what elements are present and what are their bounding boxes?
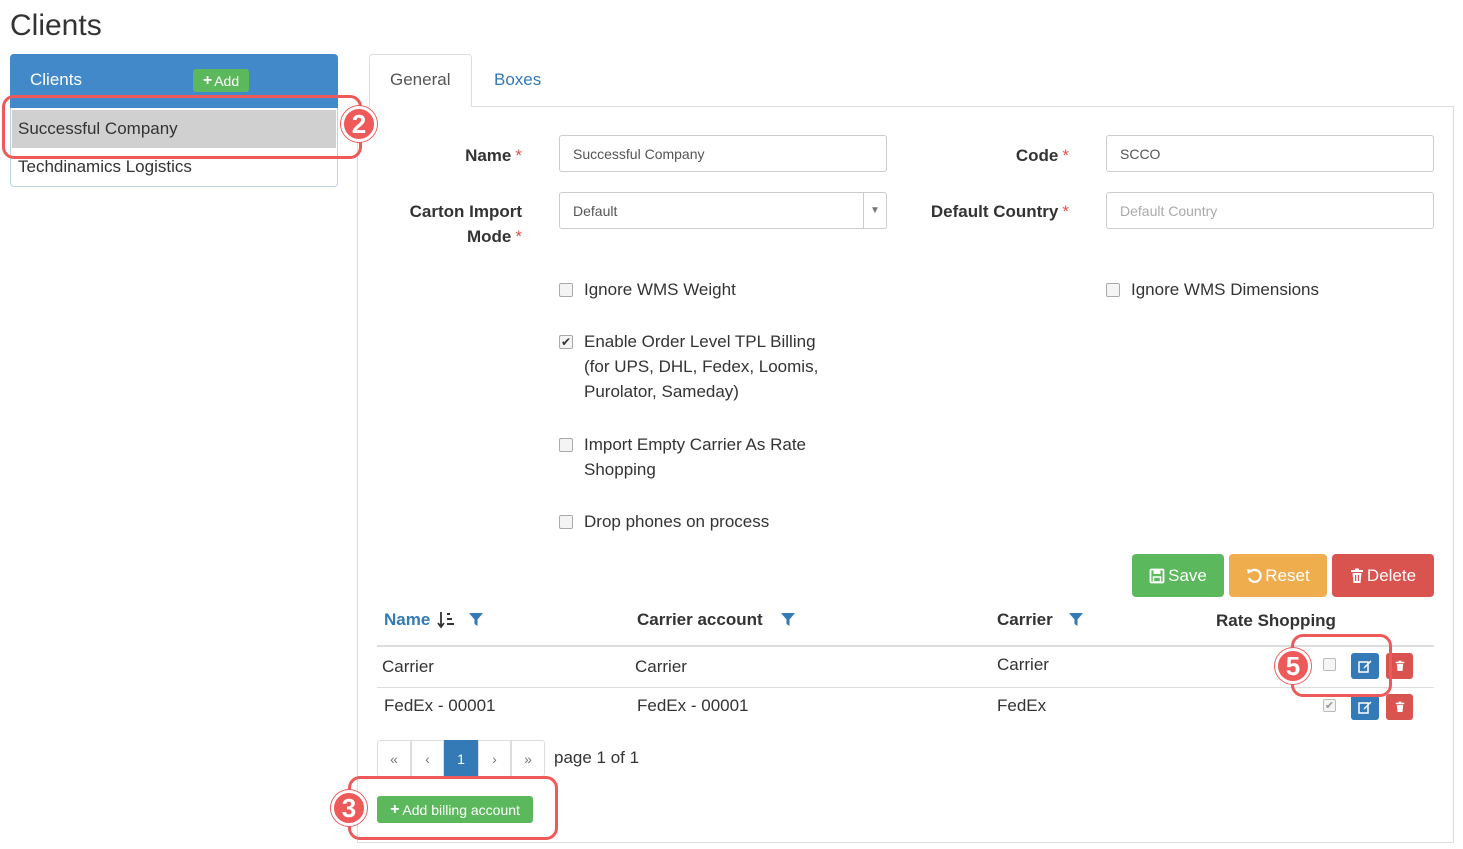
name-input[interactable]: Successful Company (559, 135, 887, 172)
callout-badge: 2 (341, 106, 377, 142)
required-mark: * (515, 146, 522, 165)
ignore-wms-dimensions-label[interactable]: Ignore WMS Dimensions (1131, 277, 1319, 302)
floppy-icon (1149, 568, 1165, 583)
trash-icon (1350, 568, 1363, 583)
pagination-first[interactable]: « (377, 740, 411, 777)
chevron-down-icon[interactable]: ▼ (863, 193, 886, 228)
carton-import-mode-select[interactable]: Default ▼ (559, 192, 887, 229)
trash-icon (1395, 660, 1404, 671)
client-item-label[interactable]: Techdinamics Logistics (18, 156, 192, 178)
callout-badge: 3 (331, 790, 367, 826)
delete-button[interactable]: Delete (1332, 554, 1434, 597)
column-header-carrier[interactable]: Carrier (997, 608, 1053, 632)
column-header-rate-shopping: Rate Shopping (1216, 611, 1336, 630)
save-label: Save (1168, 565, 1207, 585)
edit-icon (1358, 701, 1372, 714)
required-mark: * (1062, 146, 1069, 165)
table-cell-name: FedEx - 00001 (384, 696, 496, 715)
carton-import-mode-label: Carton Import Mode * (409, 202, 522, 246)
callout-highlight (348, 776, 558, 840)
callout-badge: 5 (1275, 648, 1311, 684)
tab-boxes[interactable]: Boxes (494, 69, 541, 91)
code-label: Code * (1015, 146, 1069, 165)
ignore-wms-weight-checkbox[interactable] (559, 283, 573, 297)
filter-icon[interactable] (469, 613, 483, 627)
required-mark: * (1062, 202, 1069, 221)
check-icon: ✔ (1324, 700, 1335, 712)
empty-carrier-rate-shopping-checkbox[interactable] (559, 438, 573, 452)
undo-icon (1247, 568, 1262, 583)
table-cell-carrier-account: FedEx - 00001 (637, 696, 749, 715)
required-mark: * (515, 227, 522, 246)
column-header-name[interactable]: Name (384, 608, 430, 632)
rate-shopping-checkbox[interactable]: ✔ (1323, 699, 1336, 712)
name-label: Name * (465, 146, 522, 165)
page-title: Clients (10, 9, 102, 42)
drop-phones-checkbox[interactable] (559, 515, 573, 529)
pagination-summary: page 1 of 1 (554, 748, 640, 767)
column-header-carrier-account[interactable]: Carrier account (637, 608, 763, 632)
tab-general-label[interactable]: General (390, 69, 450, 91)
callout-highlight (2, 95, 362, 159)
default-country-label: Default Country * (930, 202, 1069, 221)
delete-row-button[interactable] (1386, 694, 1413, 720)
add-client-label: Add (214, 72, 240, 89)
ignore-wms-weight-label[interactable]: Ignore WMS Weight (584, 277, 736, 302)
pagination-next[interactable]: › (478, 740, 511, 777)
default-country-input[interactable]: Default Country (1106, 192, 1434, 229)
reset-label: Reset (1265, 565, 1310, 585)
client-list-title: Clients (30, 70, 82, 89)
pagination-prev[interactable]: ‹ (411, 740, 444, 777)
table-cell-carrier: Carrier (997, 655, 1049, 674)
delete-label: Delete (1366, 565, 1417, 585)
edit-button[interactable] (1351, 694, 1379, 720)
ignore-wms-dimensions-checkbox[interactable] (1106, 283, 1120, 297)
order-level-billing-checkbox[interactable]: ✔ (559, 335, 573, 349)
check-icon: ✔ (560, 335, 572, 349)
order-level-billing-label[interactable]: Enable Order Level TPL Billing (for UPS,… (584, 329, 818, 404)
save-button[interactable]: Save (1132, 554, 1224, 597)
table-cell-name: Carrier (382, 657, 434, 676)
filter-icon[interactable] (1069, 613, 1083, 627)
add-client-button[interactable]: + Add (193, 69, 249, 92)
reset-button[interactable]: Reset (1229, 554, 1327, 597)
trash-icon (1395, 701, 1404, 712)
sort-icon[interactable] (437, 611, 455, 629)
code-input[interactable]: SCCO (1106, 135, 1434, 172)
filter-icon[interactable] (781, 613, 795, 627)
pagination-last[interactable]: » (511, 740, 545, 777)
table-row-divider (377, 687, 1434, 688)
table-header-divider (377, 645, 1434, 647)
drop-phones-label[interactable]: Drop phones on process (584, 509, 769, 534)
table-cell-carrier-account: Carrier (635, 657, 687, 676)
empty-carrier-rate-shopping-label[interactable]: Import Empty Carrier As Rate Shopping (584, 432, 806, 482)
table-cell-carrier: FedEx (997, 696, 1047, 715)
pagination-page-1[interactable]: 1 (444, 740, 478, 777)
plus-icon: + (202, 71, 213, 89)
carton-import-mode-value: Default (573, 202, 618, 219)
